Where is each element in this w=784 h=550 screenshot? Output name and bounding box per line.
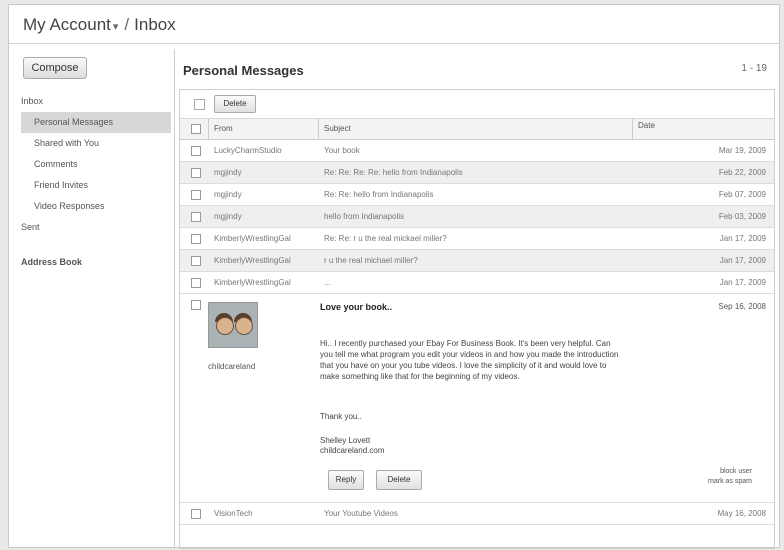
column-divider [318, 119, 319, 139]
row-checkbox[interactable] [191, 234, 201, 244]
message-subject[interactable]: Re: Re: Re: Re: hello from Indianapolis [324, 168, 463, 177]
message-subject[interactable]: Re: Re: r u the real mickael miller? [324, 234, 447, 243]
open-message: childcareland Love your book.. Sep 16, 2… [180, 294, 774, 503]
message-subject-heading: Love your book.. [320, 302, 393, 312]
message-date: Jan 17, 2009 [719, 256, 766, 265]
breadcrumb: My Account ▾ / Inbox [23, 15, 176, 35]
message-from: mgjindy [214, 190, 242, 199]
table-row[interactable]: mgjindy Re: Re: hello from Indianapolis … [180, 184, 774, 206]
message-subject[interactable]: Re: Re: hello from Indianapolis [324, 190, 433, 199]
avatar[interactable] [208, 302, 258, 348]
message-subject[interactable]: ... [324, 278, 331, 287]
table-row[interactable]: KimberlyWrestlingGal Re: Re: r u the rea… [180, 228, 774, 250]
table-row[interactable]: KimberlyWrestlingGal ... Jan 17, 2009 [180, 272, 774, 294]
sidebar-item-personal-messages[interactable]: Personal Messages [21, 112, 171, 133]
message-subject[interactable]: r u the real michael miller? [324, 256, 418, 265]
signature-site: childcareland.com [320, 446, 385, 455]
page-title: Personal Messages [183, 63, 304, 78]
breadcrumb-inbox: Inbox [134, 15, 176, 34]
sidebar-item-comments[interactable]: Comments [21, 154, 171, 175]
message-panel: Delete From Subject Date LuckyCharmStudi… [179, 89, 775, 549]
avatar-face [216, 317, 234, 335]
breadcrumb-separator: / [124, 15, 130, 34]
block-user-link[interactable]: block user [720, 468, 752, 475]
delete-message-button[interactable]: Delete [376, 470, 422, 490]
delete-selected-button[interactable]: Delete [214, 95, 256, 113]
message-from: KimberlyWrestlingGal [214, 256, 291, 265]
row-checkbox[interactable] [191, 278, 201, 288]
header-checkbox[interactable] [191, 124, 201, 134]
message-body: Hi.. I recently purchased your Ebay For … [320, 339, 619, 381]
reply-button[interactable]: Reply [328, 470, 364, 490]
table-row[interactable]: KimberlyWrestlingGal r u the real michae… [180, 250, 774, 272]
mark-as-spam-link[interactable]: mark as spam [708, 478, 752, 485]
message-subject[interactable]: Your book [324, 146, 360, 155]
message-from: VisionTech [214, 509, 253, 518]
message-from: LuckyCharmStudio [214, 146, 282, 155]
message-from: mgjindy [214, 168, 242, 177]
message-date: Jan 17, 2009 [719, 234, 766, 243]
column-divider [208, 119, 209, 139]
sidebar-item-friend-invites[interactable]: Friend Invites [21, 175, 171, 196]
column-header-date[interactable]: Date [638, 121, 655, 130]
sidebar-item-sent[interactable]: Sent [21, 217, 171, 238]
table-row[interactable]: mgjindy hello from Indianapolis Feb 03, … [180, 206, 774, 228]
message-subject[interactable]: hello from Indianapolis [324, 212, 404, 221]
message-date: May 16, 2008 [717, 509, 766, 518]
row-checkbox[interactable] [191, 300, 201, 310]
row-checkbox[interactable] [191, 509, 201, 519]
message-count: 1 - 19 [741, 63, 767, 74]
column-header-from[interactable]: From [214, 124, 233, 133]
row-checkbox[interactable] [191, 146, 201, 156]
row-checkbox[interactable] [191, 168, 201, 178]
message-subject[interactable]: Your Youtube Videos [324, 509, 398, 518]
my-account-link[interactable]: My Account [23, 15, 111, 34]
sidebar-divider [174, 49, 175, 547]
message-toolbar: Delete [180, 90, 774, 119]
message-closing: Thank you.. [320, 412, 362, 421]
sidebar-item-video-responses[interactable]: Video Responses [21, 196, 171, 217]
message-from: KimberlyWrestlingGal [214, 278, 291, 287]
row-checkbox[interactable] [191, 256, 201, 266]
address-book-link[interactable]: Address Book [21, 252, 171, 273]
select-all-checkbox[interactable] [194, 99, 205, 110]
sidebar-item-shared-with-you[interactable]: Shared with You [21, 133, 171, 154]
message-date: Jan 17, 2009 [719, 278, 766, 287]
sidebar-item-inbox[interactable]: Inbox [21, 91, 171, 112]
message-date: Feb 03, 2009 [718, 212, 766, 221]
sender-username[interactable]: childcareland [208, 362, 255, 371]
sidebar: Inbox Personal Messages Shared with You … [21, 91, 171, 273]
table-row[interactable]: mgjindy Re: Re: Re: Re: hello from India… [180, 162, 774, 184]
signature-name: Shelley Lovett [320, 436, 371, 445]
message-from: KimberlyWrestlingGal [214, 234, 291, 243]
compose-button[interactable]: Compose [23, 57, 87, 79]
top-bar: My Account ▾ / Inbox [9, 5, 779, 44]
message-date: Feb 07, 2009 [718, 190, 766, 199]
row-checkbox[interactable] [191, 190, 201, 200]
table-row[interactable]: VisionTech Your Youtube Videos May 16, 2… [180, 503, 774, 525]
row-checkbox[interactable] [191, 212, 201, 222]
avatar-face [235, 317, 253, 335]
table-header: From Subject Date [180, 119, 774, 140]
message-date: Feb 22, 2009 [718, 168, 766, 177]
column-divider [632, 119, 633, 139]
chevron-down-icon[interactable]: ▾ [113, 21, 119, 33]
column-header-subject[interactable]: Subject [324, 124, 351, 133]
inbox-window: My Account ▾ / Inbox Compose Inbox Personal… [8, 4, 780, 549]
message-from: mgjindy [214, 212, 242, 221]
table-row[interactable]: LuckyCharmStudio Your book Mar 19, 2009 [180, 140, 774, 162]
message-date: Sep 16, 2008 [718, 302, 766, 311]
message-date: Mar 19, 2009 [718, 146, 766, 155]
